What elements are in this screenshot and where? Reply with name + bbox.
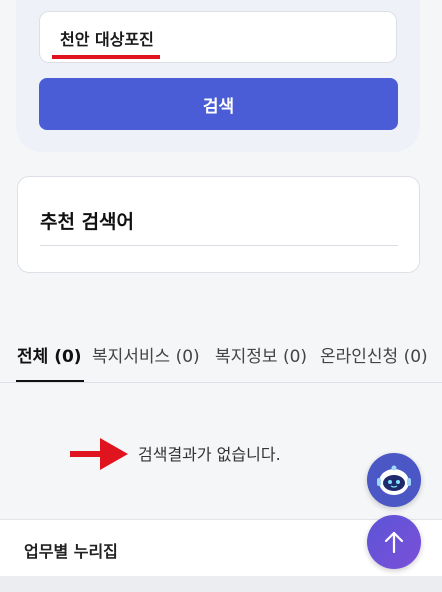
- empty-result-message: 검색결과가 없습니다.: [138, 445, 281, 464]
- tabs-divider: [0, 382, 442, 383]
- tab-welfare-info[interactable]: 복지정보 (0): [215, 342, 307, 367]
- tab-all[interactable]: 전체 (0): [17, 342, 82, 367]
- arrow-up-icon: [384, 531, 404, 554]
- recommended-keywords-title: 추천 검색어: [40, 211, 135, 233]
- search-input-value[interactable]: 천안 대상포진: [60, 26, 154, 50]
- chatbot-icon: [377, 465, 411, 495]
- recommended-keywords-card: 추천 검색어: [17, 176, 420, 273]
- highlight-underline: [52, 55, 160, 59]
- result-tabs: 전체 (0) 복지서비스 (0) 복지정보 (0) 온라인신청 (0): [0, 332, 442, 384]
- tab-online-application[interactable]: 온라인신청 (0): [320, 342, 428, 367]
- department-sites-title: 업무별 누리집: [24, 542, 118, 561]
- footer-strip: [0, 576, 442, 592]
- divider: [40, 245, 398, 246]
- scroll-top-button[interactable]: [367, 515, 421, 569]
- red-arrow-icon: [70, 438, 128, 470]
- chatbot-button[interactable]: [367, 453, 421, 507]
- tab-welfare-service[interactable]: 복지서비스 (0): [92, 342, 200, 367]
- search-button[interactable]: 검색: [39, 78, 398, 130]
